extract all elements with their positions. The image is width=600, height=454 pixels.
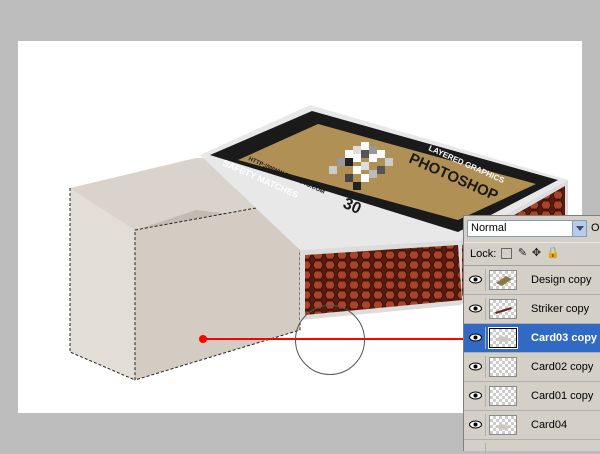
transparent-thumb	[489, 357, 517, 377]
drag-indicator-dot	[199, 335, 207, 343]
eye-icon[interactable]	[466, 356, 486, 378]
layer-name: Design copy	[531, 274, 592, 286]
striker-thumb	[489, 299, 517, 319]
lock-brush-icon[interactable]: ✎	[517, 248, 528, 259]
blend-mode-select[interactable]: Normal	[467, 220, 573, 237]
eye-icon[interactable]	[466, 385, 486, 407]
transparent-thumb	[489, 386, 517, 406]
lock-label: Lock:	[470, 248, 497, 260]
opacity-label: Opac	[591, 222, 600, 234]
layer-name: Card03 copy	[531, 332, 598, 344]
design-thumb	[489, 270, 517, 290]
layer-row-card04[interactable]: Card04	[464, 411, 600, 440]
eye-icon[interactable]	[466, 414, 486, 436]
lock-all-icon[interactable]: 🔒	[546, 248, 560, 259]
lock-transparency-icon[interactable]	[501, 248, 512, 259]
layer-name: Card01 copy	[531, 390, 594, 402]
chevron-down-icon[interactable]	[572, 220, 587, 237]
brush-cursor	[295, 305, 365, 375]
eye-icon[interactable]	[466, 327, 486, 349]
layers-panel: Normal Opac Lock: ✎ ✥ 🔒 Design copy Stri…	[463, 215, 600, 454]
eye-icon[interactable]	[466, 443, 486, 454]
layer-name: Card04	[531, 419, 568, 431]
layer-name: Striker copy	[531, 303, 590, 315]
eye-icon[interactable]	[466, 298, 486, 320]
layer-name: Card02 copy	[531, 361, 594, 373]
layer-row-card02-copy[interactable]: Card02 copy	[464, 353, 600, 382]
layer-row-card03-copy[interactable]: Card03 copy	[464, 324, 600, 353]
layer-row-partial[interactable]	[464, 440, 600, 454]
layer-row-design-copy[interactable]: Design copy	[464, 266, 600, 295]
layer-row-card01-copy[interactable]: Card01 copy	[464, 382, 600, 411]
card-thumb	[488, 327, 518, 349]
lock-move-icon[interactable]: ✥	[531, 248, 542, 259]
lock-row: Lock: ✎ ✥ 🔒	[464, 242, 600, 266]
card-thumb	[489, 415, 517, 435]
layer-row-striker-copy[interactable]: Striker copy	[464, 295, 600, 324]
eye-icon[interactable]	[466, 269, 486, 291]
